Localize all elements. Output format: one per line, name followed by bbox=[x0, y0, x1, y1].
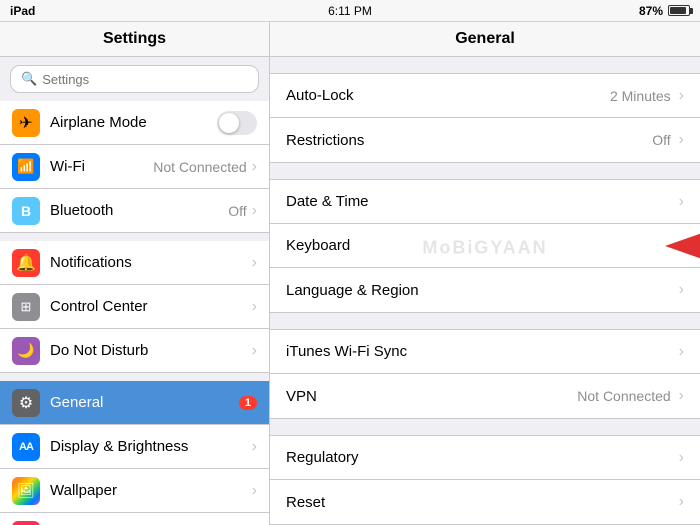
sidebar-item-airplane[interactable]: ✈ Airplane Mode bbox=[0, 101, 269, 145]
sidebar-item-notifications[interactable]: 🔔 Notifications › bbox=[0, 241, 269, 285]
wallpaper-icon: 🖼 bbox=[12, 477, 40, 505]
chevron-icon: › bbox=[679, 237, 684, 255]
status-time: 6:11 PM bbox=[328, 4, 372, 18]
sidebar-item-do-not-disturb[interactable]: 🌙 Do Not Disturb › bbox=[0, 329, 269, 373]
chevron-icon: › bbox=[679, 343, 684, 361]
sidebar-item-control-center[interactable]: ⊞ Control Center › bbox=[0, 285, 269, 329]
sidebar-item-wifi[interactable]: 📶 Wi-Fi Not Connected › bbox=[0, 145, 269, 189]
row-label: Keyboard bbox=[286, 237, 679, 254]
chevron-icon: › bbox=[679, 493, 684, 511]
control-center-icon: ⊞ bbox=[12, 293, 40, 321]
wifi-icon: 📶 bbox=[12, 153, 40, 181]
sidebar-items-list: ✈ Airplane Mode 📶 Wi-Fi Not Connected › … bbox=[0, 101, 269, 525]
display-brightness-icon: AA bbox=[12, 433, 40, 461]
chevron-icon: › bbox=[679, 281, 684, 299]
sidebar-header: Settings bbox=[0, 22, 269, 57]
sidebar-title: Settings bbox=[103, 30, 166, 47]
main-layout: Settings 🔍 ✈ Airplane Mode 📶 Wi-Fi Not C… bbox=[0, 22, 700, 525]
sidebar-item-label: Bluetooth bbox=[50, 202, 228, 219]
settings-row-datetime[interactable]: Date & Time › bbox=[270, 180, 700, 224]
sidebar-item-label: General bbox=[50, 394, 239, 411]
settings-row-itunes-wifi[interactable]: iTunes Wi-Fi Sync › bbox=[270, 330, 700, 374]
row-label: Auto-Lock bbox=[286, 87, 610, 104]
autolock-value: 2 Minutes bbox=[610, 88, 671, 104]
sidebar-item-general[interactable]: ⚙ General 1 bbox=[0, 381, 269, 425]
bluetooth-icon: B bbox=[12, 197, 40, 225]
settings-row-restrictions[interactable]: Restrictions Off › bbox=[270, 118, 700, 162]
sidebar-item-label: Control Center bbox=[50, 298, 252, 315]
settings-row-autolock[interactable]: Auto-Lock 2 Minutes › bbox=[270, 74, 700, 118]
general-icon: ⚙ bbox=[12, 389, 40, 417]
right-panel-header: General bbox=[270, 22, 700, 57]
settings-row-reset[interactable]: Reset › bbox=[270, 480, 700, 524]
vpn-value: Not Connected bbox=[577, 388, 670, 404]
sidebar-item-label: Do Not Disturb bbox=[50, 342, 252, 359]
search-icon: 🔍 bbox=[21, 71, 37, 87]
settings-group-4: Regulatory › Reset › bbox=[270, 435, 700, 525]
sidebar-item-label: Wallpaper bbox=[50, 482, 252, 499]
chevron-icon: › bbox=[252, 342, 257, 360]
chevron-icon: › bbox=[252, 254, 257, 272]
sidebar-item-sounds[interactable]: 🔊 Sounds › bbox=[0, 513, 269, 525]
row-label: iTunes Wi-Fi Sync bbox=[286, 343, 679, 360]
settings-group-3: iTunes Wi-Fi Sync › VPN Not Connected › bbox=[270, 329, 700, 419]
row-label: Reset bbox=[286, 494, 679, 511]
chevron-icon: › bbox=[679, 449, 684, 467]
chevron-icon: › bbox=[252, 482, 257, 500]
chevron-icon: › bbox=[679, 87, 684, 105]
settings-group-2: Date & Time › Keyboard › Language & Reg bbox=[270, 179, 700, 313]
general-badge: 1 bbox=[239, 396, 257, 410]
search-input-wrap[interactable]: 🔍 bbox=[10, 65, 259, 93]
settings-group-1: Auto-Lock 2 Minutes › Restrictions Off › bbox=[270, 73, 700, 163]
chevron-icon: › bbox=[679, 193, 684, 211]
chevron-icon: › bbox=[252, 202, 257, 220]
settings-row-keyboard[interactable]: Keyboard › bbox=[270, 224, 700, 268]
row-label: Language & Region bbox=[286, 282, 679, 299]
sidebar-item-label: Notifications bbox=[50, 254, 252, 271]
row-label: Restrictions bbox=[286, 132, 652, 149]
battery-icon bbox=[668, 5, 690, 16]
airplane-icon: ✈ bbox=[12, 109, 40, 137]
sidebar-item-label: Display & Brightness bbox=[50, 438, 252, 455]
sidebar-item-wallpaper[interactable]: 🖼 Wallpaper › bbox=[0, 469, 269, 513]
row-label: Date & Time bbox=[286, 193, 679, 210]
status-bar: iPad 6:11 PM 87% bbox=[0, 0, 700, 22]
restrictions-value: Off bbox=[652, 132, 670, 148]
chevron-icon: › bbox=[679, 131, 684, 149]
status-device: iPad bbox=[10, 4, 35, 18]
search-input[interactable] bbox=[42, 72, 248, 87]
settings-row-vpn[interactable]: VPN Not Connected › bbox=[270, 374, 700, 418]
sounds-icon: 🔊 bbox=[12, 521, 40, 525]
sidebar-item-bluetooth[interactable]: B Bluetooth Off › bbox=[0, 189, 269, 233]
settings-row-regulatory[interactable]: Regulatory › bbox=[270, 436, 700, 480]
status-right: 87% bbox=[639, 4, 690, 18]
airplane-toggle[interactable] bbox=[217, 111, 257, 135]
battery-percent: 87% bbox=[639, 4, 663, 18]
settings-row-language-region[interactable]: Language & Region › bbox=[270, 268, 700, 312]
row-label: Regulatory bbox=[286, 449, 679, 466]
wifi-value: Not Connected bbox=[153, 159, 246, 175]
sidebar-item-label: Airplane Mode bbox=[50, 114, 217, 131]
right-panel-title: General bbox=[455, 30, 515, 48]
row-label: VPN bbox=[286, 388, 577, 405]
right-panel: MoBiGYAAN General Auto-Lock 2 Minutes › … bbox=[270, 22, 700, 525]
chevron-icon: › bbox=[252, 158, 257, 176]
sidebar-item-label: Wi-Fi bbox=[50, 158, 153, 175]
sidebar-item-display-brightness[interactable]: AA Display & Brightness › bbox=[0, 425, 269, 469]
group-spacer bbox=[0, 373, 269, 381]
do-not-disturb-icon: 🌙 bbox=[12, 337, 40, 365]
notifications-icon: 🔔 bbox=[12, 249, 40, 277]
sidebar: Settings 🔍 ✈ Airplane Mode 📶 Wi-Fi Not C… bbox=[0, 22, 270, 525]
chevron-icon: › bbox=[679, 387, 684, 405]
chevron-icon: › bbox=[252, 298, 257, 316]
group-spacer bbox=[0, 233, 269, 241]
search-bar-container: 🔍 bbox=[0, 57, 269, 101]
bluetooth-value: Off bbox=[228, 203, 246, 219]
chevron-icon: › bbox=[252, 438, 257, 456]
